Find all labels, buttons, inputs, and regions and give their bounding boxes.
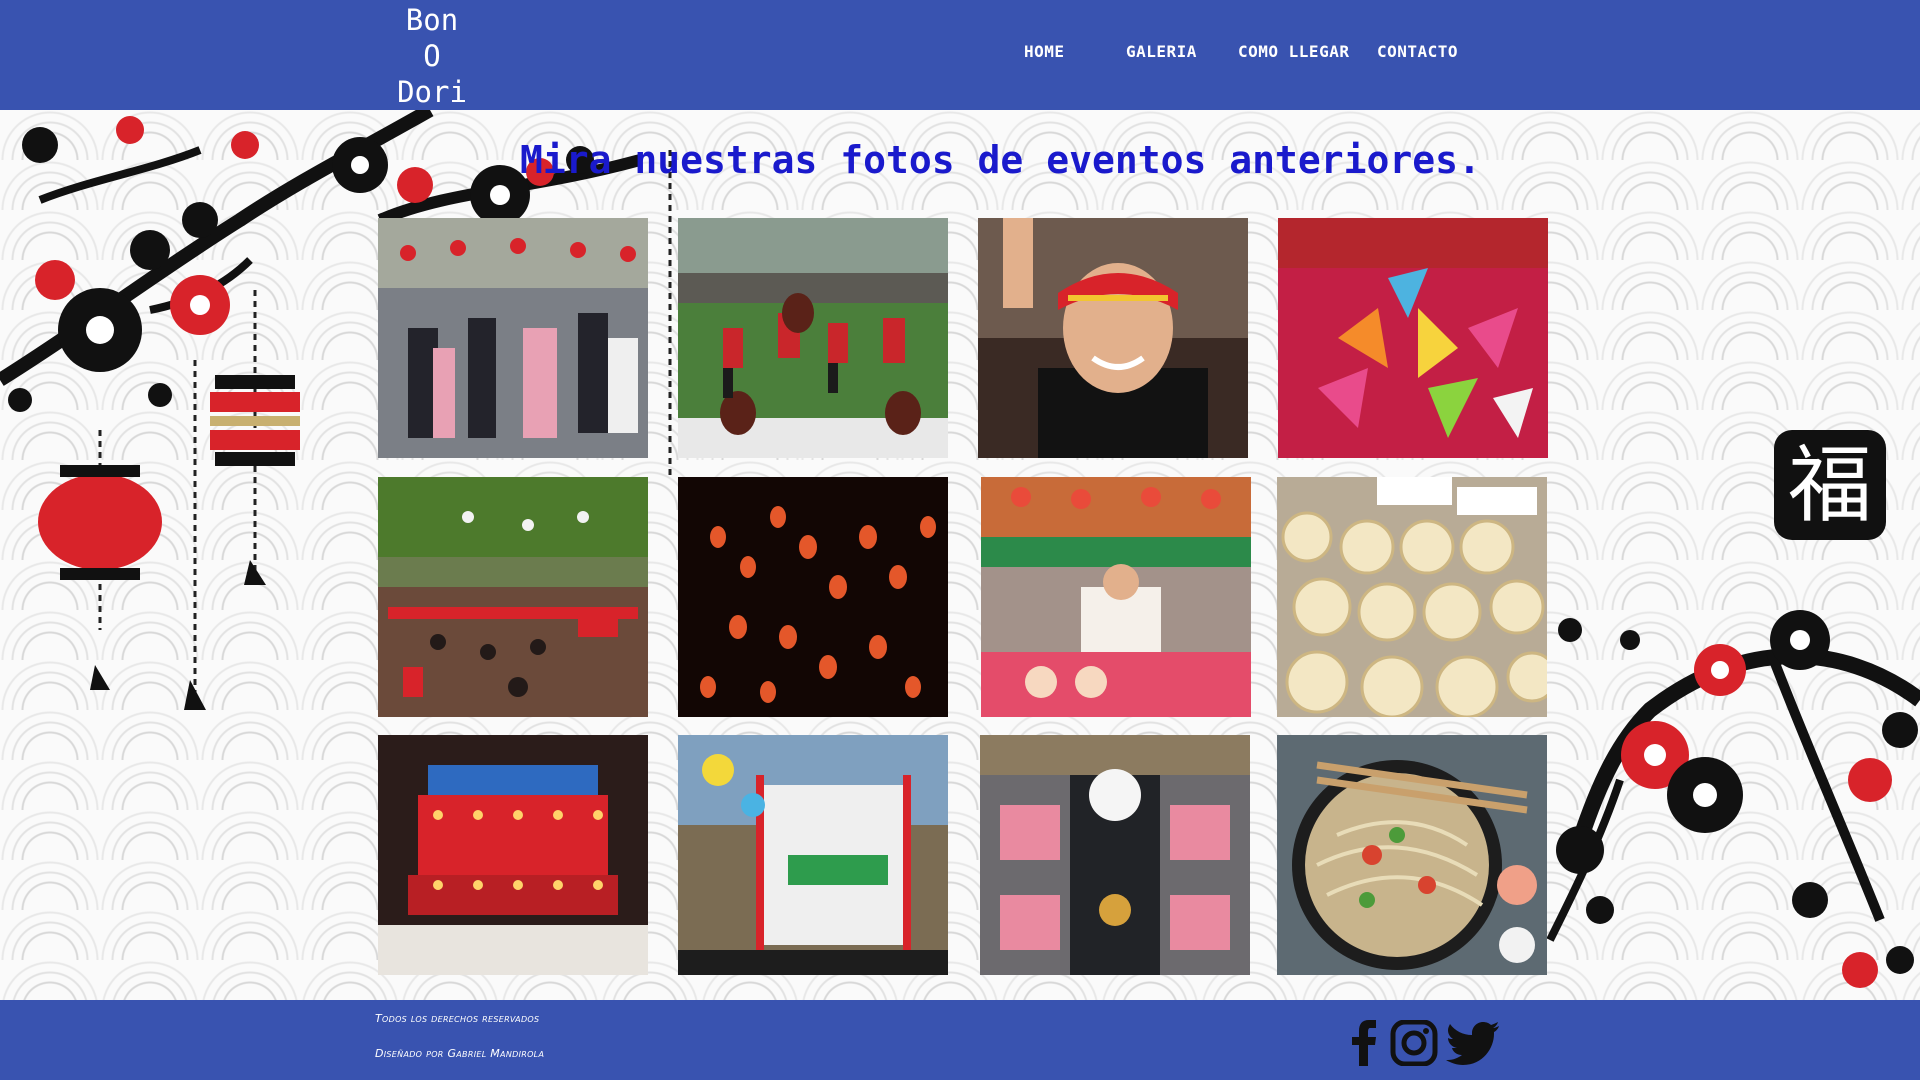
site-footer: Todos los derechos reservados Diseñado p… xyxy=(0,1000,1920,1080)
nav-contacto-link[interactable]: CONTACTO xyxy=(1377,42,1458,61)
gallery-tile[interactable] xyxy=(978,218,1248,458)
gallery-tile[interactable] xyxy=(378,218,648,458)
gallery-tile[interactable] xyxy=(378,735,648,975)
table-setting-photo xyxy=(980,735,1250,975)
stage-agroinsumos-photo xyxy=(678,735,948,975)
illuminated-yagura-photo xyxy=(378,735,648,975)
facebook-icon[interactable] xyxy=(1350,1020,1380,1068)
taiko-drummers-field-photo xyxy=(678,218,948,458)
origami-cranes-photo xyxy=(1278,218,1548,458)
hanging-lanterns-night-photo xyxy=(678,477,948,717)
gallery-tile[interactable] xyxy=(678,735,948,975)
gallery-tile[interactable] xyxy=(1278,218,1548,458)
gallery-tile[interactable] xyxy=(678,218,948,458)
gallery-tile[interactable] xyxy=(980,735,1250,975)
gallery-tile[interactable] xyxy=(981,477,1251,717)
logo-line-3: Dori xyxy=(397,75,467,109)
instagram-icon[interactable] xyxy=(1390,1020,1438,1068)
main-nav: HOME GALERIA COMO LLEGAR CONTACTO xyxy=(0,42,1920,66)
gallery-tile[interactable] xyxy=(1277,735,1547,975)
noodle-bowl-photo xyxy=(1277,735,1547,975)
right-blossom-branch-decoration xyxy=(1546,610,1920,988)
nav-galeria-link[interactable]: GALERIA xyxy=(1126,42,1197,61)
gallery-tile[interactable] xyxy=(378,477,648,717)
japanese-buns-photo xyxy=(1277,477,1547,717)
bon-odori-dancers-photo xyxy=(378,218,648,458)
festival-crowd-lanterns-photo xyxy=(378,477,648,717)
smiling-man-headband-photo xyxy=(978,218,1248,458)
food-stall-vendors-photo xyxy=(981,477,1251,717)
footer-designer-text: Diseñado por Gabriel Mandirola xyxy=(375,1047,545,1060)
logo-line-1: Bon xyxy=(405,3,459,37)
page-heading: Mira nuestras fotos de eventos anteriore… xyxy=(520,138,1481,182)
gallery-tile[interactable] xyxy=(1277,477,1547,717)
fuku-sign-icon: 福 xyxy=(1774,430,1886,540)
nav-home-link[interactable]: HOME xyxy=(1024,42,1065,61)
gallery-tile[interactable] xyxy=(678,477,948,717)
nav-como-llegar-link[interactable]: COMO LLEGAR xyxy=(1238,42,1349,61)
site-header: Bon O Dori HOME GALERIA COMO LLEGAR CONT… xyxy=(0,0,1920,110)
twitter-icon[interactable] xyxy=(1446,1020,1500,1068)
footer-rights-text: Todos los derechos reservados xyxy=(375,1012,540,1025)
